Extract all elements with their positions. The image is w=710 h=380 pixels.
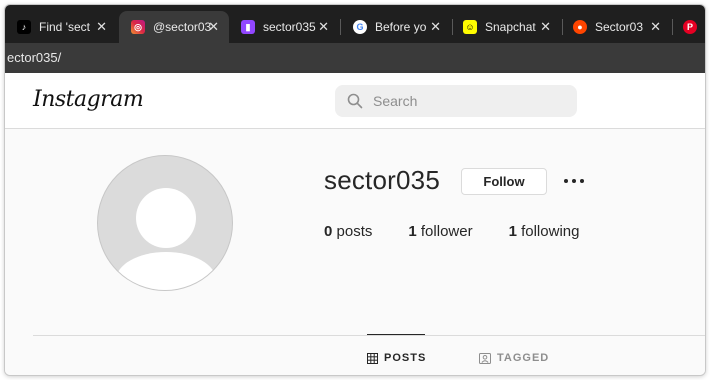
address-bar[interactable]: ector035/ [5,43,705,73]
tiktok-icon: ♪ [17,20,31,34]
posts-stat: 0 posts [324,223,372,240]
posts-count: 0 [324,223,333,240]
following-count: 1 [508,223,517,240]
tab-label: Find 'sect [39,20,90,34]
instagram-icon: ◎ [131,20,145,34]
active-tab-indicator [367,334,425,335]
tab-tagged[interactable]: TAGGED [479,352,549,364]
default-avatar-icon [116,188,216,290]
twitch-icon: ▮ [241,20,255,34]
tab-strip: ♪ Find 'sect ✕ ◎ @sector03 ✕ ▮ sector035… [5,5,706,43]
tab-google[interactable]: G Before yo ✕ [341,11,451,43]
tab-tagged-label: TAGGED [497,352,550,364]
following-stat[interactable]: 1 following [509,223,580,240]
google-icon: G [353,20,367,34]
tab-label: Before yo [375,20,427,34]
tab-instagram[interactable]: ◎ @sector03 ✕ [119,11,229,43]
followers-stat[interactable]: 1 follower [408,223,472,240]
tab-label: @sector03 [153,20,212,34]
close-icon[interactable]: ✕ [430,20,441,34]
search-icon [347,93,363,109]
following-label: following [521,223,580,240]
snapchat-icon: ☺ [463,20,477,34]
tab-reddit[interactable]: ● Sector03 ✕ [561,11,671,43]
profile-stats: 0 posts 1 follower 1 following [324,223,615,240]
tab-pinterest[interactable]: P H [671,11,706,43]
close-icon[interactable]: ✕ [96,20,107,34]
close-icon[interactable]: ✕ [540,20,551,34]
tagged-icon [479,352,491,364]
tab-tiktok[interactable]: ♪ Find 'sect ✕ [5,11,117,43]
tab-posts-label: POSTS [384,352,427,364]
followers-count: 1 [408,223,417,240]
more-options-icon[interactable] [561,173,587,189]
tab-label: Sector03 [595,20,644,34]
profile-username: sector035 [324,165,440,195]
posts-label: posts [336,223,373,240]
content-divider [33,335,705,336]
search-box[interactable] [335,85,577,117]
tab-snapchat[interactable]: ☺ Snapchat ✕ [451,11,561,43]
reddit-icon: ● [573,20,587,34]
followers-label: follower [420,223,473,240]
close-icon[interactable]: ✕ [208,20,219,34]
close-icon[interactable]: ✕ [318,20,329,34]
follow-button[interactable]: Follow [461,168,547,195]
search-input[interactable] [373,93,553,109]
grid-icon [367,352,378,364]
tab-label: Snapchat [485,20,536,34]
avatar[interactable] [97,155,233,291]
tab-label: H [705,20,706,34]
tab-twitch[interactable]: ▮ sector035 ✕ [229,11,339,43]
instagram-page: Instagram sector035 Follow 0 posts [5,73,705,375]
top-nav: Instagram [5,73,705,129]
instagram-logo[interactable]: Instagram [33,87,144,112]
close-icon[interactable]: ✕ [650,20,661,34]
browser-window: ♪ Find 'sect ✕ ◎ @sector03 ✕ ▮ sector035… [4,4,706,376]
pinterest-icon: P [683,20,697,34]
tab-label: sector035 [263,20,316,34]
url-text: ector035/ [7,50,62,65]
tab-posts[interactable]: POSTS [367,352,426,364]
